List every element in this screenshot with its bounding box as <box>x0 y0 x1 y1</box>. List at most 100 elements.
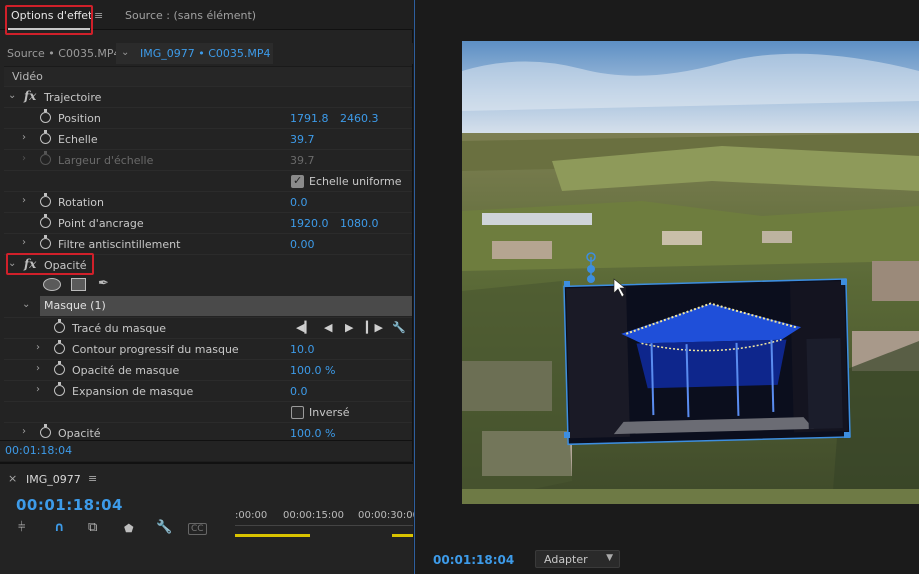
ruler-baseline <box>235 525 413 526</box>
effect-row-motion[interactable]: ⌄ fx Trajectoire <box>4 86 412 107</box>
property-label-mask-expansion: Expansion de masque <box>72 385 194 398</box>
stopwatch-icon[interactable] <box>40 193 51 207</box>
tab-effect-controls[interactable]: Options d'effet <box>11 9 92 22</box>
add-marker-icon[interactable]: ⬟ <box>124 522 134 535</box>
mask-expansion-value[interactable]: 0.0 <box>290 385 308 398</box>
fx-icon[interactable]: fx <box>24 89 36 103</box>
effect-name-motion: Trajectoire <box>44 91 102 104</box>
stopwatch-icon[interactable] <box>40 235 51 249</box>
uniform-scale-label: Echelle uniforme <box>309 175 402 188</box>
effect-row-opacity[interactable]: ⌄ fx Opacité <box>4 254 412 275</box>
twirl-closed-icon[interactable]: › <box>22 195 26 206</box>
twirl-open-icon[interactable]: ⌄ <box>8 258 16 269</box>
rectangle-mask-icon[interactable] <box>71 278 86 291</box>
twirl-open-icon[interactable]: ⌄ <box>22 299 30 310</box>
stopwatch-icon[interactable] <box>54 340 65 354</box>
track-forward-icon[interactable]: ▎▶ <box>366 321 383 334</box>
property-label-mask-feather: Contour progressif du masque <box>72 343 239 356</box>
divider <box>0 440 413 441</box>
clip-selector-bar: Source • C0035.MP4 ⌄ IMG_0977 • C0035.MP… <box>0 43 413 64</box>
opacity-value[interactable]: 100.0 % <box>290 427 335 440</box>
captions-icon[interactable]: CC <box>188 523 207 535</box>
sequence-tab[interactable]: IMG_0977 <box>26 473 81 486</box>
effect-controls-timecode[interactable]: 00:01:18:04 <box>5 444 72 457</box>
uniform-scale-checkbox[interactable] <box>291 174 304 188</box>
twirl-open-icon[interactable]: ⌄ <box>8 90 16 101</box>
property-label-mask-opacity: Opacité de masque <box>72 364 180 377</box>
target-clip-label: IMG_0977 • C0035.MP4 <box>140 47 271 60</box>
snap-magnet-icon[interactable]: ∩ <box>54 520 65 535</box>
twirl-closed-icon[interactable]: › <box>22 132 26 143</box>
property-row-mask-expansion: › Expansion de masque 0.0 <box>4 380 412 401</box>
twirl-closed-icon[interactable]: › <box>36 363 40 374</box>
inverted-checkbox[interactable] <box>291 406 304 419</box>
scale-value[interactable]: 39.7 <box>290 133 315 146</box>
property-label-scale-width: Largeur d'échelle <box>58 154 154 167</box>
zoom-level-select[interactable]: Adapter ▼ <box>535 550 620 568</box>
fx-icon[interactable]: fx <box>24 257 36 271</box>
stopwatch-icon[interactable] <box>40 130 51 144</box>
close-icon[interactable]: × <box>8 472 17 485</box>
target-clip-dropdown[interactable]: ⌄ IMG_0977 • C0035.MP4 <box>116 43 273 64</box>
panel-menu-icon[interactable]: ≡ <box>88 472 97 485</box>
wrench-icon[interactable]: 🔧 <box>156 520 172 535</box>
twirl-closed-icon[interactable]: › <box>36 384 40 395</box>
antiflicker-value[interactable]: 0.00 <box>290 238 315 251</box>
property-row-mask-opacity: › Opacité de masque 100.0 % <box>4 359 412 380</box>
property-label-anchor: Point d'ancrage <box>58 217 144 230</box>
property-label-opacity: Opacité <box>58 427 101 440</box>
property-row-scale-width: › Largeur d'échelle 39.7 <box>4 149 412 170</box>
mask-opacity-value[interactable]: 100.0 % <box>290 364 335 377</box>
property-label-position: Position <box>58 112 101 125</box>
pen-mask-icon[interactable]: ✒ <box>98 276 109 291</box>
stopwatch-icon[interactable] <box>40 109 51 123</box>
ruler-tick-label: :00:00 <box>235 510 268 521</box>
position-y-value[interactable]: 2460.3 <box>340 112 379 125</box>
anchor-y-value[interactable]: 1080.0 <box>340 217 379 230</box>
program-timecode[interactable]: 00:01:18:04 <box>433 553 514 567</box>
program-video-frame[interactable] <box>462 41 919 504</box>
mask-tools-row: ✒ <box>40 276 410 294</box>
property-label-scale: Echelle <box>58 133 98 146</box>
property-row-inverted: Inversé <box>4 401 412 422</box>
property-row-mask-path: Tracé du masque ◀▎ ◀ ▶ ▎▶ 🔧 <box>4 317 412 338</box>
position-x-value[interactable]: 1791.8 <box>290 112 329 125</box>
stopwatch-icon[interactable] <box>40 214 51 228</box>
stopwatch-icon[interactable] <box>40 424 51 438</box>
source-clip-label[interactable]: Source • C0035.MP4 <box>7 47 121 60</box>
mask-feather-value[interactable]: 10.0 <box>290 343 315 356</box>
property-row-uniform-scale: Echelle uniforme <box>4 170 412 191</box>
property-row-rotation: › Rotation 0.0 <box>4 191 412 212</box>
stopwatch-icon[interactable] <box>54 361 65 375</box>
tab-source-monitor[interactable]: Source : (sans élément) <box>125 9 256 22</box>
property-row-scale: › Echelle 39.7 <box>4 128 412 149</box>
insert-sequence-icon[interactable]: ⫩ <box>18 520 25 535</box>
panel-menu-icon[interactable]: ≡ <box>94 9 103 22</box>
panel-focus-border <box>414 0 415 574</box>
stopwatch-icon[interactable] <box>54 319 65 333</box>
work-area-bar[interactable] <box>392 534 413 537</box>
aerial-landscape-image <box>462 41 919 504</box>
zoom-level-label: Adapter <box>544 553 588 566</box>
property-row-mask-feather: › Contour progressif du masque 10.0 <box>4 338 412 359</box>
linked-selection-icon[interactable]: ⧉ <box>88 520 97 535</box>
work-area-bar[interactable] <box>235 534 310 537</box>
stopwatch-icon[interactable] <box>54 382 65 396</box>
track-backward-icon[interactable]: ◀▎ <box>296 321 313 334</box>
property-label-rotation: Rotation <box>58 196 105 209</box>
track-back-one-frame-icon[interactable]: ◀ <box>324 321 332 334</box>
twirl-closed-icon[interactable]: › <box>22 237 26 248</box>
rotation-value[interactable]: 0.0 <box>290 196 308 209</box>
twirl-closed-icon[interactable]: › <box>22 426 26 437</box>
anchor-x-value[interactable]: 1920.0 <box>290 217 329 230</box>
ellipse-mask-icon[interactable] <box>43 278 61 291</box>
wrench-icon[interactable]: 🔧 <box>392 321 406 334</box>
program-monitor: 00:01:18:04 Adapter ▼ <box>414 0 919 574</box>
mask-header[interactable]: Masque (1) <box>40 296 412 316</box>
time-ruler[interactable]: :00:00 00:00:15:00 00:00:30:00 <box>235 510 419 528</box>
chevron-down-icon: ⌄ <box>121 47 130 58</box>
track-forward-one-frame-icon[interactable]: ▶ <box>345 321 353 334</box>
twirl-closed-icon[interactable]: › <box>36 342 40 353</box>
timeline-playhead-timecode[interactable]: 00:01:18:04 <box>16 496 123 514</box>
timeline-panel: × IMG_0977 ≡ 00:01:18:04 ⫩ ∩ ⧉ ⬟ 🔧 CC :0… <box>0 462 419 574</box>
